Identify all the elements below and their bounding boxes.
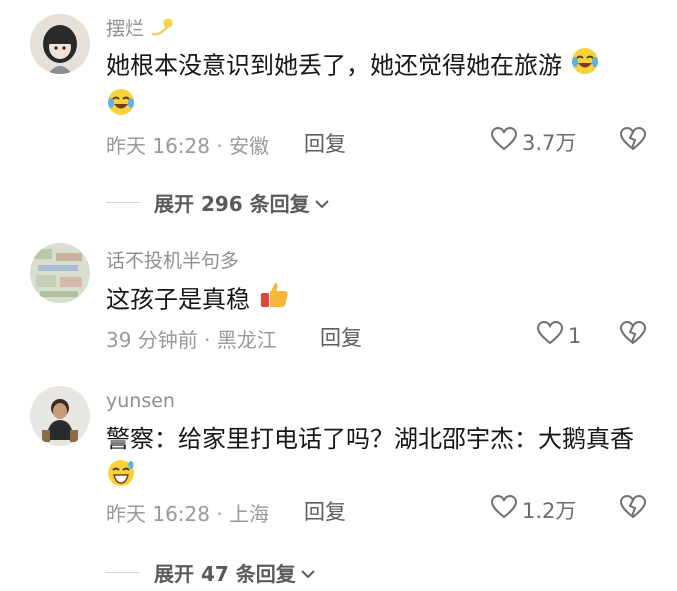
expand-replies-button[interactable]: 展开 47 条回复: [106, 558, 316, 587]
divider-line: [106, 202, 140, 203]
divider-line: [106, 572, 140, 573]
like-button[interactable]: 1: [536, 320, 581, 351]
like-count: 1.2万: [522, 498, 577, 523]
dislike-button[interactable]: [618, 126, 648, 156]
username[interactable]: 话不投机半句多: [106, 246, 239, 273]
timestamp-location: 39 分钟前 · 黑龙江: [106, 328, 277, 352]
reply-button[interactable]: 回复: [304, 496, 346, 526]
heart-icon: [490, 494, 518, 525]
avatar[interactable]: [30, 243, 90, 303]
expand-replies-button[interactable]: 展开 296 条回复: [106, 188, 330, 217]
dislike-button[interactable]: [618, 494, 648, 524]
comment-text: 这孩子是真稳: [106, 279, 646, 322]
like-count: 3.7万: [522, 130, 577, 155]
broken-heart-icon: [618, 320, 648, 350]
like-button[interactable]: 1.2万: [490, 494, 576, 525]
heart-icon: [536, 320, 564, 351]
dislike-button[interactable]: [618, 320, 648, 350]
grinning-sweat-icon: [106, 458, 136, 499]
dizzy-icon: [150, 16, 176, 43]
avatar[interactable]: [30, 14, 90, 74]
reply-button[interactable]: 回复: [320, 322, 362, 352]
username[interactable]: 摆烂: [106, 14, 176, 43]
broken-heart-icon: [618, 494, 648, 524]
chevron-down-icon: [314, 191, 330, 215]
reply-button[interactable]: 回复: [304, 128, 346, 158]
comment-text: 她根本没意识到她丢了，她还觉得她在旅游: [106, 46, 646, 128]
like-count: 1: [568, 323, 582, 348]
broken-heart-icon: [618, 126, 648, 156]
tears-of-joy-icon: [106, 87, 136, 128]
tears-of-joy-icon: [570, 46, 600, 87]
like-button[interactable]: 3.7万: [490, 126, 576, 157]
timestamp-location: 昨天 16:28 · 安徽: [106, 134, 270, 158]
heart-icon: [490, 126, 518, 157]
username[interactable]: yunsen: [106, 390, 175, 412]
comment-text: 警察：给家里打电话了吗？湖北邵宇杰：大鹅真香: [106, 420, 636, 499]
thumbs-up-icon: [258, 279, 290, 322]
avatar[interactable]: [30, 386, 90, 446]
timestamp-location: 昨天 16:28 · 上海: [106, 502, 270, 526]
chevron-down-icon: [300, 561, 316, 585]
